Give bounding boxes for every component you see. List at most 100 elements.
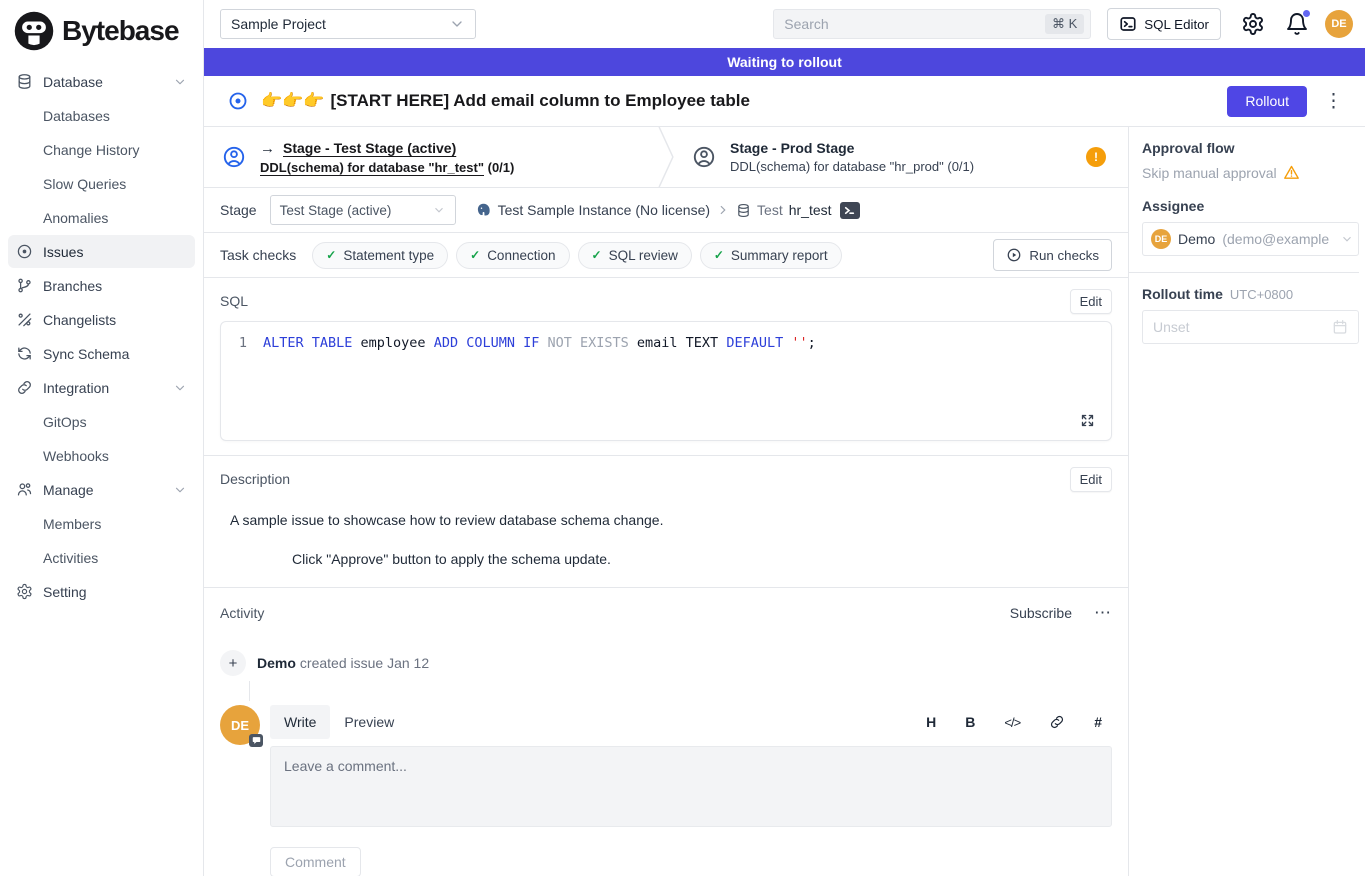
activity-label: Activity	[220, 605, 264, 621]
sidebar-item-issues[interactable]: Issues	[8, 235, 195, 268]
comment-avatar-wrap: DE	[220, 705, 260, 745]
bell-icon[interactable]	[1285, 12, 1309, 36]
assignee-selector[interactable]: DE Demo (demo@example	[1142, 222, 1359, 256]
description-paragraph: A sample issue to showcase how to review…	[230, 512, 1112, 528]
stage-card-test[interactable]: → Stage - Test Stage (active) DDL(schema…	[204, 127, 658, 187]
sidebar-item-label: Changelists	[43, 312, 116, 328]
line-number: 1	[221, 333, 263, 353]
sidebar-item-changelists[interactable]: Changelists	[8, 303, 195, 336]
sidebar-item-integration[interactable]: Integration	[8, 371, 195, 404]
gear-icon[interactable]	[1241, 12, 1265, 36]
rollout-time-label: Rollout time	[1142, 286, 1223, 302]
database-breadcrumb: Test Sample Instance (No license) Test h…	[475, 202, 860, 219]
sidebar-item-activities[interactable]: Activities	[8, 541, 195, 574]
divider	[1129, 272, 1359, 273]
terminal-icon	[1119, 15, 1137, 33]
avatar: DE	[1151, 229, 1171, 249]
chevron-right-icon	[716, 203, 730, 217]
rollout-time-value: Unset	[1153, 319, 1190, 335]
description-paragraph: Click "Approve" button to apply the sche…	[292, 551, 1112, 567]
sidebar-item-manage[interactable]: Manage	[8, 473, 195, 506]
subscribe-button[interactable]: Subscribe	[1010, 605, 1072, 621]
stage-label: Stage	[220, 202, 257, 218]
topbar: Sample Project ⌘ K SQL Editor DE	[204, 0, 1365, 48]
sidebar-item-change-history[interactable]: Change History	[8, 133, 195, 166]
stage-name: Stage - Prod Stage	[730, 140, 974, 156]
comment-tab-list: WritePreview	[270, 705, 408, 739]
instance-link[interactable]: Test Sample Instance (No license)	[498, 202, 710, 218]
users-icon	[16, 481, 33, 498]
bold-icon[interactable]: B	[965, 714, 975, 730]
task-check-label: SQL review	[609, 248, 678, 263]
sidebar-item-gitops[interactable]: GitOps	[8, 405, 195, 438]
description-edit-button[interactable]: Edit	[1070, 467, 1112, 492]
chevron-down-icon	[432, 203, 446, 217]
sql-section: SQL Edit 1 ALTER TABLE employee ADD COLU…	[204, 278, 1128, 456]
project-selector-value: Sample Project	[231, 16, 326, 32]
sidebar-item-databases[interactable]: Databases	[8, 99, 195, 132]
sql-edit-button[interactable]: Edit	[1070, 289, 1112, 314]
postgres-icon	[475, 202, 492, 219]
more-options-icon[interactable]: ⋯	[1094, 603, 1112, 623]
timeline-connector	[249, 681, 250, 701]
comment-editor: DE WritePreview H B </> # Comment	[204, 701, 1128, 876]
issue-header: 👉👉👉 [START HERE] Add email column to Empl…	[204, 76, 1365, 127]
task-check-sql-review[interactable]: ✓SQL review	[578, 242, 692, 269]
tab-preview[interactable]: Preview	[330, 705, 408, 739]
status-banner: Waiting to rollout	[204, 48, 1365, 76]
chevron-down-icon	[1340, 232, 1354, 246]
task-check-statement-type[interactable]: ✓Statement type	[312, 242, 448, 269]
user-avatar[interactable]: DE	[1325, 10, 1353, 38]
sidebar-item-sync-schema[interactable]: Sync Schema	[8, 337, 195, 370]
sidebar-item-branches[interactable]: Branches	[8, 269, 195, 302]
sql-editor-button[interactable]: SQL Editor	[1107, 8, 1221, 40]
gear-icon	[16, 583, 33, 600]
activity-user: Demo	[257, 655, 296, 671]
stage-card-prod[interactable]: Stage - Prod Stage DDL(schema) for datab…	[674, 127, 1128, 187]
expand-icon[interactable]	[1080, 413, 1095, 428]
hash-icon[interactable]: #	[1094, 714, 1102, 730]
check-icon: ✓	[326, 248, 336, 262]
search-input[interactable]	[784, 16, 1045, 32]
sidebar-item-slow-queries[interactable]: Slow Queries	[8, 167, 195, 200]
comment-input[interactable]	[270, 746, 1112, 827]
stage-pipeline: → Stage - Test Stage (active) DDL(schema…	[204, 127, 1128, 188]
link-icon[interactable]	[1049, 714, 1065, 730]
heading-icon[interactable]: H	[926, 714, 936, 730]
issue-title-text: [START HERE] Add email column to Employe…	[331, 91, 750, 110]
calendar-icon	[1332, 319, 1348, 335]
sidebar-item-label: Database	[43, 74, 103, 90]
stage-dropdown[interactable]: Test Stage (active)	[270, 195, 456, 225]
pointing-emoji: 👉👉👉	[261, 91, 325, 110]
timezone-label: UTC+0800	[1230, 287, 1293, 302]
rollout-time-picker[interactable]: Unset	[1142, 310, 1359, 344]
stage-separator	[658, 127, 674, 187]
sql-editor[interactable]: 1 ALTER TABLE employee ADD COLUMN IF NOT…	[220, 321, 1112, 441]
stage-progress: (0/1)	[947, 159, 974, 174]
code-icon[interactable]: </>	[1004, 715, 1020, 730]
kebab-menu-icon[interactable]: ⋮	[1324, 92, 1343, 111]
sidebar-item-webhooks[interactable]: Webhooks	[8, 439, 195, 472]
tab-write[interactable]: Write	[270, 705, 330, 739]
sidebar-item-anomalies[interactable]: Anomalies	[8, 201, 195, 234]
sidebar-item-database[interactable]: Database	[8, 65, 195, 98]
sidebar-item-label: Branches	[43, 278, 102, 294]
open-sql-console-icon[interactable]	[840, 202, 860, 219]
run-checks-button[interactable]: Run checks	[993, 239, 1112, 271]
database-link[interactable]: hr_test	[789, 202, 832, 218]
skip-approval-row: Skip manual approval	[1142, 164, 1359, 181]
comment-submit-button[interactable]: Comment	[270, 847, 361, 876]
task-check-summary-report[interactable]: ✓Summary report	[700, 242, 842, 269]
task-check-connection[interactable]: ✓Connection	[456, 242, 569, 269]
check-icon: ✓	[470, 248, 480, 262]
sync-icon	[16, 345, 33, 362]
speech-bubble-icon	[249, 734, 263, 747]
chevron-down-icon	[173, 75, 187, 89]
sql-label: SQL	[220, 293, 248, 309]
project-selector[interactable]: Sample Project	[220, 9, 476, 39]
sidebar-item-members[interactable]: Members	[8, 507, 195, 540]
sidebar-item-setting[interactable]: Setting	[8, 575, 195, 608]
brand-logo[interactable]: Bytebase	[0, 0, 203, 62]
rollout-button[interactable]: Rollout	[1227, 86, 1307, 117]
database-icon	[736, 203, 751, 218]
